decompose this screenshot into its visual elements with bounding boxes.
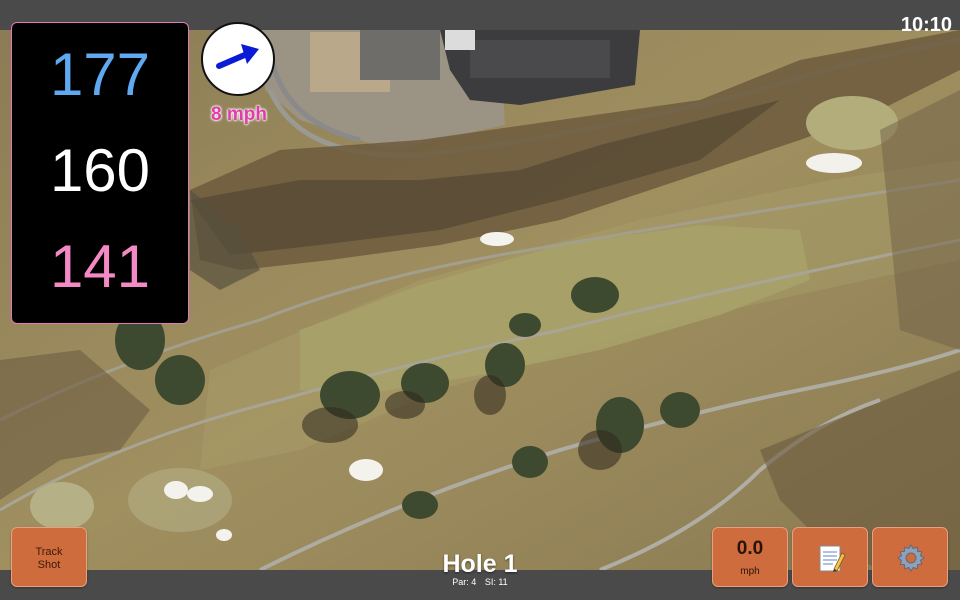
- bunker-lower-4: [216, 529, 232, 541]
- speed-value: 0.0: [736, 538, 764, 559]
- notes-button[interactable]: [792, 527, 868, 587]
- rooftop-unit: [445, 30, 475, 50]
- speed-unit: mph: [740, 566, 760, 577]
- hole-title: Hole 1: [442, 550, 518, 578]
- bunker-upper-right: [806, 153, 862, 173]
- status-clock: 10:10: [900, 14, 952, 36]
- track-shot-button[interactable]: Track Shot: [11, 527, 87, 587]
- back-of-green-distance: 177: [49, 41, 151, 108]
- wind-speed-label: 8 mph: [211, 104, 267, 125]
- bunker-lower-1: [164, 481, 188, 499]
- track-shot-label: Track Shot: [35, 546, 63, 571]
- bunker-lower-3: [349, 459, 383, 481]
- distance-panel: 177 160 141: [11, 22, 189, 324]
- hole-par: Par: 4: [452, 577, 477, 587]
- golf-gps-screen: 10:10 177 160 141 8 mph Track Shot Hole …: [0, 0, 960, 600]
- wind-direction-dial: [201, 22, 275, 96]
- hole-stroke-index: SI: 11: [484, 577, 508, 587]
- notepad-icon: [819, 545, 846, 572]
- school-building-wing: [470, 40, 610, 78]
- middle-of-green-distance: 160: [49, 137, 151, 204]
- speed-button[interactable]: 0.0 mph: [712, 527, 788, 587]
- hole-info: Par: 4 SI: 11: [380, 577, 580, 587]
- green-lower-apron: [128, 468, 232, 532]
- bunker-mid: [480, 232, 514, 246]
- court-area: [360, 30, 440, 80]
- front-of-green-distance: 141: [49, 233, 151, 300]
- bunker-lower-2: [187, 486, 213, 502]
- green-lower-left: [30, 482, 94, 530]
- gear-icon: [897, 544, 925, 572]
- settings-button[interactable]: [872, 527, 948, 587]
- wind-direction-arrow-icon: [216, 44, 259, 69]
